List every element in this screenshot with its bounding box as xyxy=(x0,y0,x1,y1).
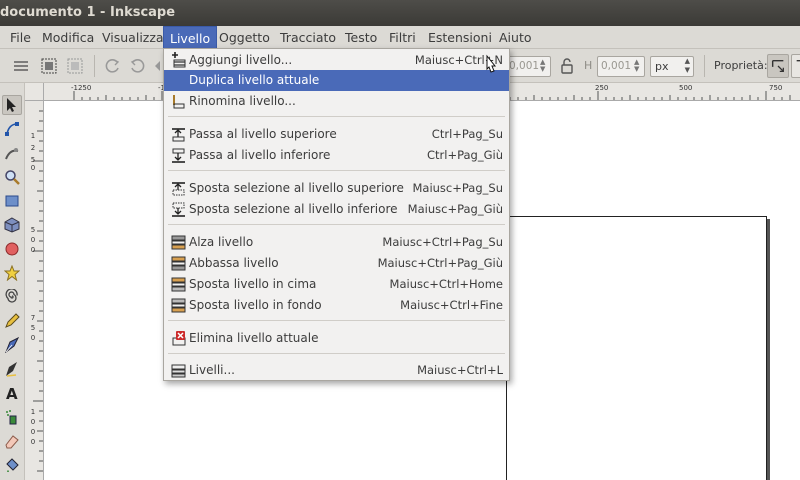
menu-aiuto[interactable]: Aiuto xyxy=(493,26,538,49)
y-value: 0,001 xyxy=(509,60,540,72)
menu-file[interactable]: File xyxy=(4,26,37,49)
raise-layer-icon xyxy=(170,234,187,251)
window-title: documento 1 - Inkscape xyxy=(0,5,176,20)
ruler-label: 0 xyxy=(30,438,36,446)
spin-arrows-icon: ▲ ▼ xyxy=(634,58,640,73)
spiral-tool-icon[interactable] xyxy=(2,287,22,307)
ellipse-tool-icon[interactable] xyxy=(2,239,22,259)
ruler-label: -1250 xyxy=(71,84,92,92)
delete-layer-icon xyxy=(170,330,187,347)
toolbox: A xyxy=(0,83,25,480)
layer-to-top-icon xyxy=(170,276,187,293)
menu-livello[interactable]: Livello xyxy=(163,26,218,49)
rename-layer-icon xyxy=(170,93,187,110)
window-title-bar: documento 1 - Inkscape xyxy=(0,0,800,26)
ruler-label: 750 xyxy=(769,84,783,92)
layers-panel-icon xyxy=(170,362,187,379)
add-layer-icon xyxy=(170,52,187,69)
vertical-ruler[interactable]: 1 2 5 0 5 0 0 7 5 0 1 0 0 0 xyxy=(25,101,44,480)
rotate-cw-icon[interactable] xyxy=(126,55,148,77)
scale-stroke-icon[interactable] xyxy=(767,54,789,78)
menu-item-raise-layer[interactable]: Alza livello Maiusc+Ctrl+Pag_Su xyxy=(164,232,509,253)
menu-item-layer-to-bottom[interactable]: Sposta livello in fondo Maiusc+Ctrl+Fine xyxy=(164,295,509,316)
scale-corners-icon[interactable] xyxy=(791,54,800,78)
spin-arrows-icon: ▲ ▼ xyxy=(540,58,546,73)
h-label: H xyxy=(584,59,593,72)
layer-to-bottom-icon xyxy=(170,297,187,314)
h-spin-field[interactable]: 0,001 ▲ ▼ xyxy=(597,56,645,77)
text-tool-icon[interactable]: A xyxy=(2,383,22,403)
y-spin-field[interactable]: 0,001 ▲ ▼ xyxy=(505,56,551,77)
menu-item-duplicate-layer[interactable]: Duplica livello attuale xyxy=(164,70,509,91)
ruler-label: 0 xyxy=(30,246,36,254)
rotate-ccw-icon[interactable] xyxy=(102,55,124,77)
ruler-label: 1 xyxy=(30,132,36,140)
ruler-label: 5 xyxy=(30,226,36,234)
pencil-tool-icon[interactable] xyxy=(2,311,22,331)
bucket-tool-icon[interactable] xyxy=(2,455,22,475)
h-value: 0,001 xyxy=(601,60,632,72)
menu-bar: File Modifica Visualizza Livello Oggetto… xyxy=(0,26,800,49)
menu-item-layers-panel[interactable]: Livelli... Maiusc+Ctrl+L xyxy=(164,360,509,381)
menu-item-move-selection-down[interactable]: Sposta selezione al livello inferiore Ma… xyxy=(164,199,509,220)
menu-item-move-selection-up[interactable]: Sposta selezione al livello superiore Ma… xyxy=(164,178,509,199)
deselect-icon[interactable] xyxy=(64,55,86,77)
mouse-cursor-icon xyxy=(482,54,502,78)
properties-label: Proprietà: xyxy=(714,59,768,72)
menu-item-layer-up[interactable]: Passa al livello superiore Ctrl+Pag_Su xyxy=(164,124,509,145)
menu-estensioni[interactable]: Estensioni xyxy=(422,26,498,49)
calligraphy-tool-icon[interactable] xyxy=(2,359,22,379)
layer-down-icon xyxy=(170,147,187,164)
menu-tracciato[interactable]: Tracciato xyxy=(274,26,342,49)
menu-filtri[interactable]: Filtri xyxy=(383,26,422,49)
node-tool-icon[interactable] xyxy=(2,119,22,139)
svg-text:A: A xyxy=(6,385,18,401)
page-shadow xyxy=(767,219,770,480)
ruler-label: 0 xyxy=(30,428,36,436)
menu-visualizza[interactable]: Visualizza xyxy=(96,26,170,49)
menu-item-delete-layer[interactable]: Elimina livello attuale xyxy=(164,328,509,349)
star-tool-icon[interactable] xyxy=(2,263,22,283)
menu-item-lower-layer[interactable]: Abbassa livello Maiusc+Ctrl+Pag_Giù xyxy=(164,253,509,274)
livello-dropdown-menu: Aggiungi livello... Maiusc+Ctrl+N Duplic… xyxy=(163,48,510,381)
chevron-updown-icon: ▲ ▼ xyxy=(684,57,690,74)
ruler-label: 0 xyxy=(30,418,36,426)
menu-oggetto[interactable]: Oggetto xyxy=(213,26,276,49)
unit-value: px xyxy=(655,60,669,73)
page-border xyxy=(506,216,767,480)
ruler-label: 5 xyxy=(30,156,36,164)
select-all-layers-icon[interactable] xyxy=(38,55,60,77)
menu-item-rename-layer[interactable]: Rinomina livello... xyxy=(164,91,509,112)
zoom-tool-icon[interactable] xyxy=(2,167,22,187)
lower-layer-icon xyxy=(170,255,187,272)
tweak-tool-icon[interactable] xyxy=(2,143,22,163)
ruler-label: 2 xyxy=(30,144,36,152)
ruler-label: 0 xyxy=(30,164,36,172)
menu-modifica[interactable]: Modifica xyxy=(36,26,100,49)
menu-item-layer-down[interactable]: Passa al livello inferiore Ctrl+Pag_Giù xyxy=(164,145,509,166)
unit-select[interactable]: px ▲ ▼ xyxy=(650,56,694,77)
ruler-label: 0 xyxy=(30,236,36,244)
ruler-label: 7 xyxy=(30,314,36,322)
menu-item-add-layer[interactable]: Aggiungi livello... Maiusc+Ctrl+N xyxy=(164,50,509,71)
pen-tool-icon[interactable] xyxy=(2,335,22,355)
ruler-label: 250 xyxy=(595,84,609,92)
move-selection-down-icon xyxy=(170,201,187,218)
ruler-label: 0 xyxy=(30,334,36,342)
spray-tool-icon[interactable] xyxy=(2,407,22,427)
select-all-icon[interactable] xyxy=(10,55,32,77)
ruler-label: 500 xyxy=(679,84,693,92)
lock-icon[interactable] xyxy=(556,55,578,77)
selector-tool-icon[interactable] xyxy=(2,95,22,115)
layer-up-icon xyxy=(170,126,187,143)
ruler-corner xyxy=(25,83,44,101)
ruler-label: 5 xyxy=(30,324,36,332)
ruler-label: 1 xyxy=(30,408,36,416)
eraser-tool-icon[interactable] xyxy=(2,431,22,451)
rectangle-tool-icon[interactable] xyxy=(2,191,22,211)
menu-testo[interactable]: Testo xyxy=(339,26,383,49)
move-selection-up-icon xyxy=(170,180,187,197)
3d-box-tool-icon[interactable] xyxy=(2,215,22,235)
menu-item-layer-to-top[interactable]: Sposta livello in cima Maiusc+Ctrl+Home xyxy=(164,274,509,295)
